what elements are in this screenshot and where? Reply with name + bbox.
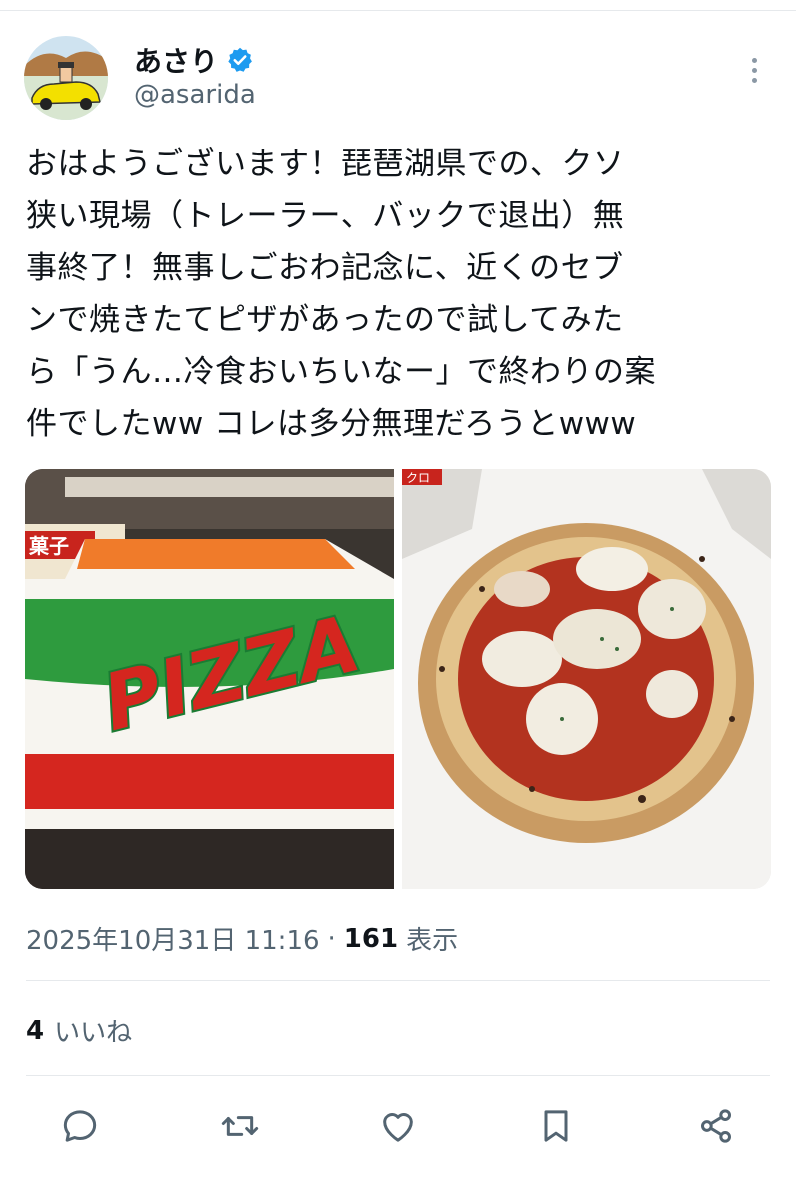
likes-row[interactable]: 4 いいね [26, 1012, 132, 1049]
action-bar [0, 1098, 796, 1154]
divider [26, 980, 770, 981]
like-button[interactable] [370, 1098, 426, 1154]
avatar[interactable] [24, 36, 108, 120]
reply-button[interactable] [52, 1098, 108, 1154]
tweet-media: 菓子 PIZZA クロ [25, 469, 771, 889]
likes-label: いいね [54, 1018, 133, 1048]
bookmark-icon [544, 1110, 568, 1142]
retweet-button[interactable] [212, 1098, 268, 1154]
timestamp[interactable]: 2025年10月31日 11:16 [26, 920, 320, 957]
shelf-sign-text: 菓子 [28, 534, 69, 558]
more-dots-icon[interactable] [738, 50, 770, 90]
display-name[interactable]: あさり [134, 40, 218, 80]
name-row: あさり [134, 40, 254, 80]
box-print-text: クロ [406, 471, 430, 485]
share-button[interactable] [688, 1098, 744, 1154]
bookmark-button[interactable] [528, 1098, 584, 1154]
likes-count: 4 [26, 1015, 45, 1046]
divider [26, 1075, 770, 1076]
retweet-icon [221, 1116, 259, 1136]
tweet-meta: 2025年10月31日 11:16 · 161 表示 [26, 920, 458, 957]
meta-separator: · [327, 923, 336, 954]
verified-badge-icon [226, 46, 254, 74]
media-image-pizza[interactable]: クロ [402, 469, 771, 889]
views-count: 161 [343, 923, 399, 954]
views-label: 表示 [406, 926, 459, 956]
user-handle[interactable]: @asarida [134, 80, 256, 110]
share-icon [701, 1109, 731, 1143]
heart-icon [383, 1113, 413, 1142]
media-image-pizza-box[interactable]: 菓子 PIZZA [25, 469, 394, 889]
top-divider [0, 10, 796, 11]
tweet-text: おはようございます！琵琶湖県での、クソ 狭い現場（トレーラー、バックで退出）無 … [26, 146, 656, 442]
reply-icon [63, 1110, 97, 1142]
avatar-image [24, 36, 108, 120]
